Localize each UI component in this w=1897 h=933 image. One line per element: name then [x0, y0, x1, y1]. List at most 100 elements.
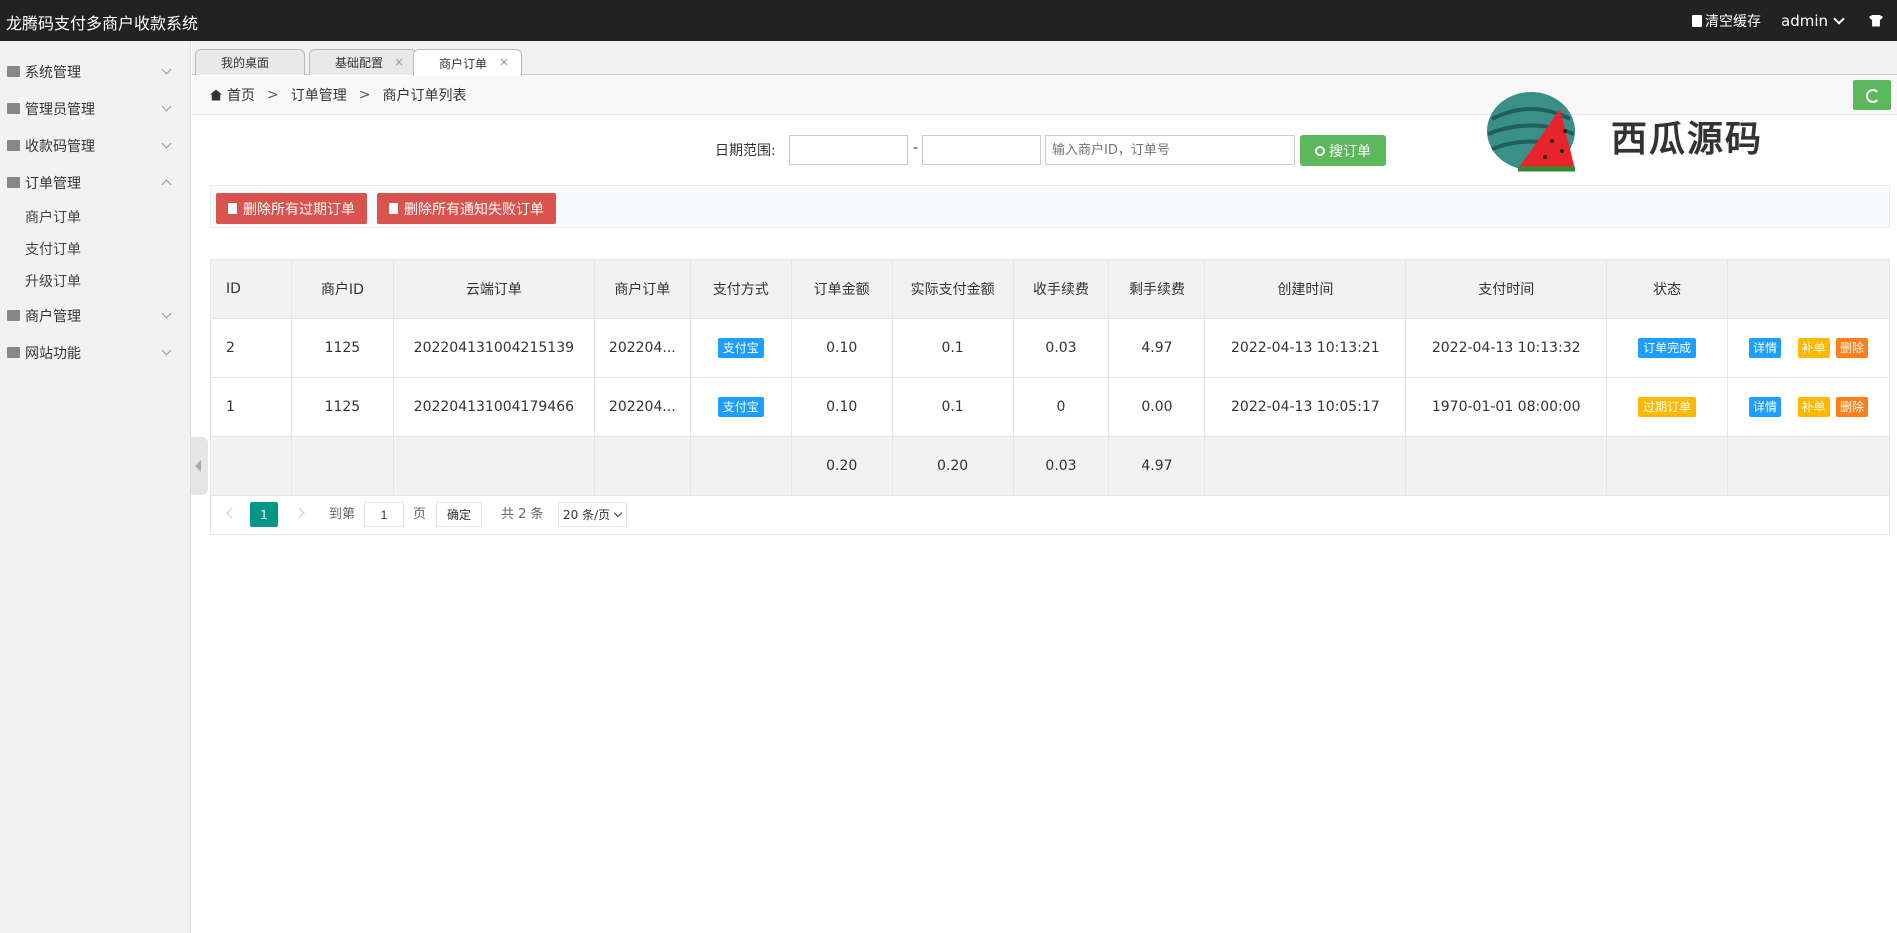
supplement-button[interactable]: 补单 — [1797, 338, 1830, 358]
summary-fee-in: 0.03 — [1012, 436, 1110, 496]
column-header: 状态 — [1606, 259, 1729, 319]
column-header: 实际支付金额 — [891, 259, 1014, 319]
chevron-down-icon — [1833, 12, 1845, 25]
sidebar: 系统管理 管理员管理 收款码管理 订单管理 商户订单 支付订单 升级订单 商户管… — [0, 41, 191, 933]
search-orders-button[interactable]: 搜订单 — [1300, 135, 1386, 166]
cell-ops: 详情 补单 删除 — [1727, 377, 1890, 437]
cell-paid-at: 1970-01-01 08:00:00 — [1405, 377, 1608, 437]
tab-merchant-orders[interactable]: 商户订单 × — [413, 49, 522, 76]
chevron-down-icon — [161, 308, 172, 319]
clear-cache-button[interactable]: 清空缓存 — [1692, 11, 1761, 31]
sidebar-item-site[interactable]: 网站功能 — [0, 334, 190, 371]
search-icon — [1315, 145, 1325, 156]
action-bar: 删除所有过期订单 删除所有通知失败订单 — [210, 185, 1890, 228]
user-icon — [7, 103, 20, 114]
tab-desktop[interactable]: 我的桌面 — [195, 49, 305, 75]
sidebar-subitem-upgrade-orders[interactable]: 升级订单 — [0, 265, 190, 297]
cell-amount: 0.10 — [790, 318, 893, 378]
sidebar-item-label: 收款码管理 — [25, 138, 95, 155]
sidebar-subitem-payment-orders[interactable]: 支付订单 — [0, 233, 190, 265]
theme-icon[interactable] — [1869, 14, 1883, 27]
sidebar-collapse-handle[interactable] — [191, 437, 208, 495]
cell-merchant-order: 202204... — [593, 318, 691, 378]
sidebar-item-orders[interactable]: 订单管理 — [0, 164, 190, 201]
column-header: 订单金额 — [790, 259, 893, 319]
keyword-search-input[interactable] — [1045, 135, 1295, 165]
summary-empty — [1606, 436, 1729, 496]
tab-label: 商户订单 — [439, 56, 488, 71]
chevron-down-icon — [161, 101, 172, 112]
end-date-input[interactable] — [922, 135, 1041, 165]
cell-fee-in: 0.03 — [1012, 318, 1110, 378]
home-icon — [210, 89, 222, 101]
column-header: 支付时间 — [1405, 259, 1608, 319]
page-size-value: 20 条/页 — [563, 508, 611, 522]
summary-empty — [1204, 436, 1407, 496]
cell-pay-method: 支付宝 — [689, 377, 792, 437]
sidebar-item-merchants[interactable]: 商户管理 — [0, 297, 190, 334]
cell-fee-left: 4.97 — [1108, 318, 1206, 378]
delete-failed-button[interactable]: 删除所有通知失败订单 — [377, 193, 556, 224]
delete-button[interactable]: 删除 — [1835, 397, 1868, 417]
top-header: 龙腾码支付多商户收款系统 清空缓存 admin — [0, 0, 1897, 41]
status-badge: 过期订单 — [1638, 397, 1697, 417]
cell-status: 订单完成 — [1606, 318, 1729, 378]
prev-page-icon[interactable] — [226, 507, 238, 519]
button-label: 删除所有通知失败订单 — [404, 201, 544, 218]
cell-cloud-order: 202204131004215139 — [392, 318, 595, 378]
trash-icon — [1692, 14, 1702, 27]
column-header: 支付方式 — [689, 259, 792, 319]
delete-expired-button[interactable]: 删除所有过期订单 — [216, 193, 367, 224]
sidebar-subitem-merchant-orders[interactable]: 商户订单 — [0, 201, 190, 233]
search-button-label: 搜订单 — [1329, 143, 1371, 160]
cell-id: 1 — [210, 377, 292, 437]
column-header: 商户订单 — [593, 259, 691, 319]
tab-label: 基础配置 — [335, 56, 384, 70]
pagination: 1 到第 页 确定 共 2 条 20 条/页 — [210, 495, 1890, 535]
sidebar-item-system[interactable]: 系统管理 — [0, 53, 190, 90]
total-count: 共 2 条 — [501, 507, 544, 522]
cell-cloud-order: 202204131004179466 — [392, 377, 595, 437]
trash-icon — [389, 203, 398, 214]
chevron-down-icon — [161, 138, 172, 149]
start-date-input[interactable] — [789, 135, 908, 165]
breadcrumb-orders[interactable]: 订单管理 — [291, 85, 347, 105]
supplement-button[interactable]: 补单 — [1797, 397, 1830, 417]
delete-button[interactable]: 删除 — [1835, 338, 1868, 358]
sidebar-item-admins[interactable]: 管理员管理 — [0, 90, 190, 127]
user-menu[interactable]: admin — [1781, 12, 1845, 30]
tab-basic-config[interactable]: 基础配置 × — [309, 49, 417, 75]
summary-empty — [593, 436, 691, 496]
alipay-badge: 支付宝 — [717, 397, 764, 417]
sidebar-item-qrcodes[interactable]: 收款码管理 — [0, 127, 190, 164]
cell-ops: 详情 补单 删除 — [1727, 318, 1890, 378]
summary-empty — [290, 436, 394, 496]
breadcrumb-home[interactable]: 首页 — [227, 85, 255, 105]
column-header — [1727, 259, 1890, 319]
page-size-select[interactable]: 20 条/页 — [558, 502, 627, 527]
page-current[interactable]: 1 — [250, 502, 278, 527]
next-page-icon[interactable] — [293, 507, 305, 519]
table-header-row: ID 商户ID 云端订单 商户订单 支付方式 订单金额 实际支付金额 收手续费 … — [210, 259, 1890, 319]
sidebar-item-label: 商户管理 — [25, 308, 81, 325]
page-confirm-button[interactable]: 确定 — [436, 502, 482, 527]
date-range-dash: - — [913, 140, 919, 156]
refresh-button[interactable] — [1853, 80, 1891, 110]
tab-bar: 我的桌面 基础配置 × 商户订单 × — [192, 41, 1897, 76]
close-icon[interactable]: × — [499, 55, 509, 69]
status-badge: 订单完成 — [1638, 338, 1697, 358]
tab-label: 我的桌面 — [221, 56, 270, 70]
breadcrumb-current: 商户订单列表 — [382, 88, 467, 104]
column-header: 剩手续费 — [1108, 259, 1206, 319]
detail-button[interactable]: 详情 — [1749, 338, 1782, 358]
detail-button[interactable]: 详情 — [1749, 397, 1782, 417]
summary-amount: 0.20 — [790, 436, 893, 496]
page-number-input[interactable] — [364, 502, 404, 527]
close-icon[interactable]: × — [394, 55, 404, 69]
summary-empty — [392, 436, 595, 496]
sidebar-item-label: 管理员管理 — [25, 101, 95, 118]
sidebar-item-label: 订单管理 — [25, 175, 81, 192]
cell-merchant-id: 1125 — [290, 318, 394, 378]
column-header: 云端订单 — [392, 259, 595, 319]
alipay-badge: 支付宝 — [717, 338, 764, 358]
